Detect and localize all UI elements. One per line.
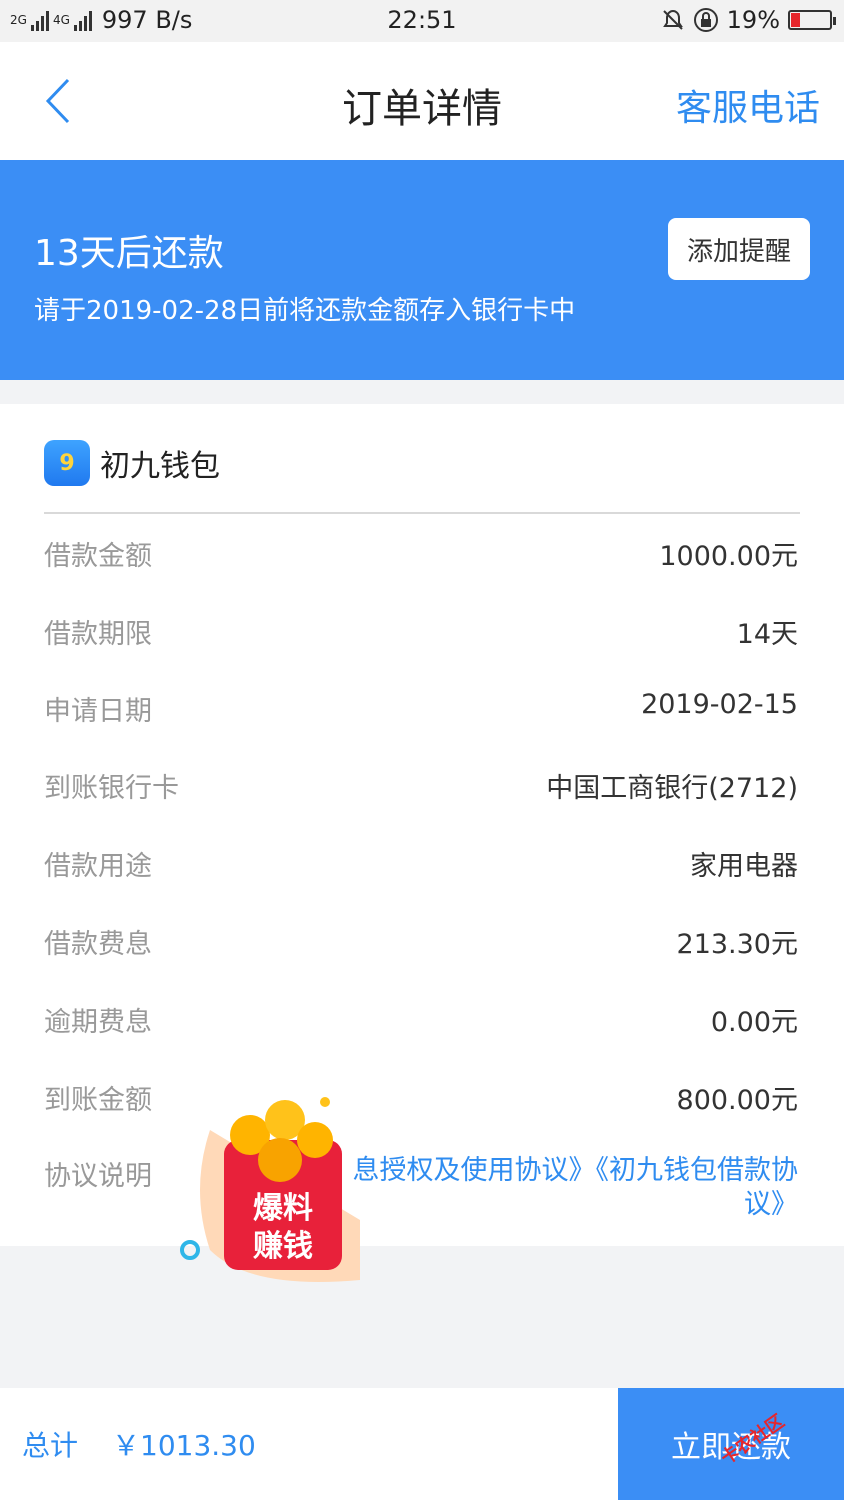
repayment-countdown: 13天后还款 [34,233,224,274]
brand-logo-icon: 9 [44,440,90,486]
detail-row-received-amount: 到账金额 800.00元 [44,1078,798,1118]
detail-row-overdue-fee: 逾期费息 0.00元 [44,1000,798,1040]
lender-brand: 9 初九钱包 [44,440,220,486]
detail-row-loan-term: 借款期限 14天 [44,612,798,652]
detail-value: 14天 [736,619,798,650]
divider [44,512,800,514]
total-amount: ￥1013.30 [112,1429,256,1462]
detail-row-bank-card: 到账银行卡 中国工商银行(2712) [44,766,798,806]
detail-label: 借款费息 [44,929,152,960]
brand-logo-digit: 9 [59,450,75,476]
status-bar: 2G 4G 997 B/s 22:51 19% [0,0,844,42]
detail-row-loan-fee: 借款费息 213.30元 [44,922,798,962]
battery-icon [788,10,836,30]
mute-bell-icon [662,9,683,30]
promo-red-envelope-icon[interactable]: 爆料 赚钱 [180,1090,360,1290]
detail-value: 213.30元 [676,929,798,960]
order-details-card: 9 初九钱包 借款金额 1000.00元 借款期限 14天 申请日期 2019-… [0,404,844,1246]
detail-value: 1000.00元 [659,541,798,572]
detail-value: 2019-02-15 [641,689,798,720]
detail-row-apply-date: 申请日期 2019-02-15 [44,689,798,729]
rotation-lock-icon [693,8,718,32]
detail-label: 借款金额 [44,541,152,572]
detail-value: 家用电器 [690,851,798,882]
brand-name: 初九钱包 [100,449,220,484]
detail-value: 800.00元 [676,1085,798,1116]
detail-label: 到账金额 [44,1085,152,1116]
battery-percent: 19% [726,6,780,34]
detail-label: 借款用途 [44,851,152,882]
detail-label: 逾期费息 [44,1007,152,1038]
agreement-links[interactable]: 息授权及使用协议》《初九钱包借款协议》 [318,1154,799,1222]
total-label: 总计 [22,1429,79,1462]
detail-value: 中国工商银行(2712) [546,773,798,804]
customer-service-link[interactable]: 客服电话 [676,79,820,131]
bottom-bar: 总计 ￥1013.30 立即还款 [0,1388,844,1500]
repayment-instruction: 请于2019-02-28日前将还款金额存入银行卡中 [34,296,576,326]
detail-value: 0.00元 [710,1007,798,1038]
promo-line1: 爆料 [253,1191,313,1226]
detail-row-loan-amount: 借款金额 1000.00元 [44,534,798,574]
detail-label: 借款期限 [44,619,152,650]
detail-row-loan-purpose: 借款用途 家用电器 [44,844,798,884]
agreement-label: 协议说明 [44,1161,152,1192]
status-right: 19% [661,6,836,34]
detail-label: 申请日期 [44,696,152,727]
nav-bar: 订单详情 客服电话 [0,42,844,160]
add-reminder-button[interactable]: 添加提醒 [668,218,810,280]
detail-label: 到账银行卡 [44,773,179,804]
repayment-banner: 13天后还款 请于2019-02-28日前将还款金额存入银行卡中 添加提醒 [0,160,844,380]
promo-line2: 赚钱 [253,1229,313,1264]
